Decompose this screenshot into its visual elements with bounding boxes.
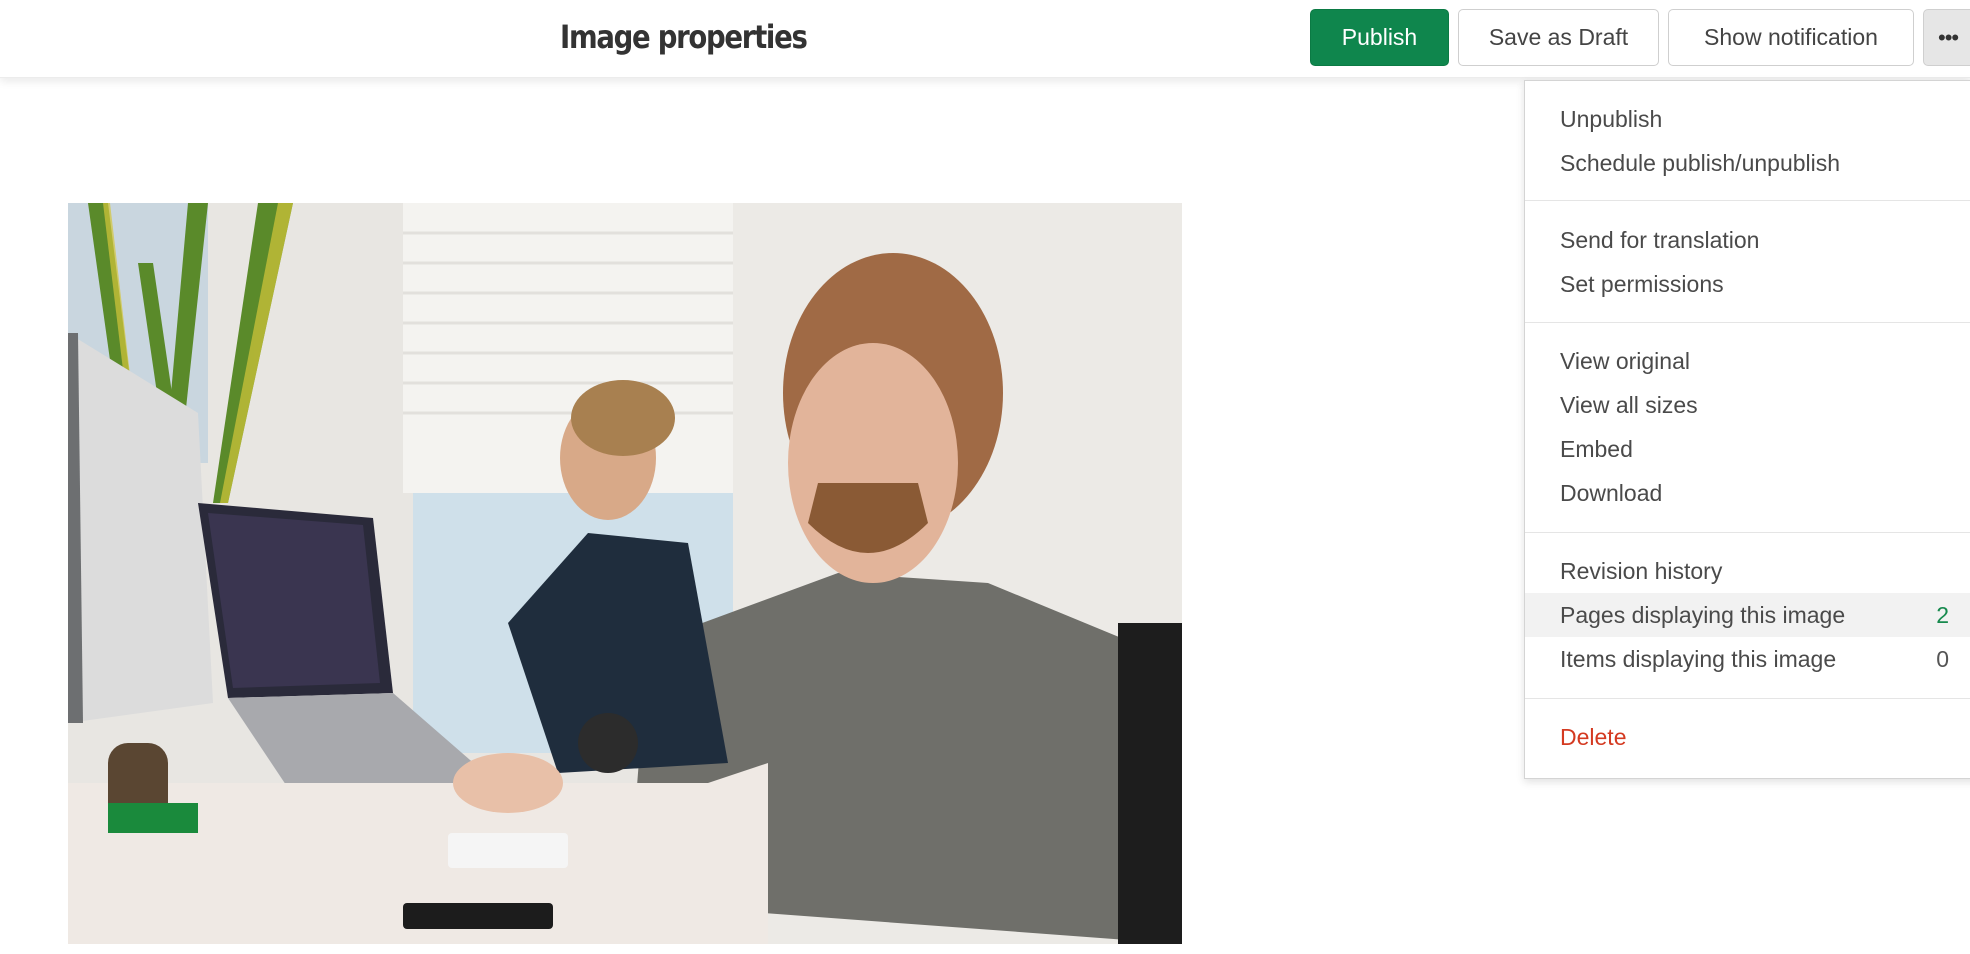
menu-group-danger: Delete (1525, 699, 1970, 773)
menu-group-publishing: Unpublish Schedule publish/unpublish (1525, 81, 1970, 201)
show-notification-button[interactable]: Show notification (1668, 9, 1914, 66)
menu-item-view-original[interactable]: View original (1525, 339, 1970, 383)
pages-count-badge: 2 (1936, 601, 1949, 628)
menu-item-send-for-translation[interactable]: Send for translation (1525, 218, 1970, 262)
menu-item-set-permissions[interactable]: Set permissions (1525, 262, 1970, 306)
image-preview (68, 203, 1182, 944)
menu-item-revision-history[interactable]: Revision history (1525, 549, 1970, 593)
save-as-draft-button[interactable]: Save as Draft (1458, 9, 1659, 66)
office-photo (68, 203, 1182, 944)
menu-item-delete[interactable]: Delete (1525, 715, 1970, 759)
menu-item-unpublish[interactable]: Unpublish (1525, 97, 1970, 141)
menu-group-view: View original View all sizes Embed Downl… (1525, 323, 1970, 533)
more-horizontal-icon: ••• (1938, 24, 1959, 50)
more-actions-button[interactable]: ••• (1923, 9, 1970, 66)
menu-item-items-displaying-image[interactable]: Items displaying this image 0 (1525, 637, 1970, 681)
more-actions-menu: Unpublish Schedule publish/unpublish Sen… (1524, 80, 1970, 779)
top-toolbar: Image properties Publish Save as Draft S… (0, 0, 1970, 78)
menu-item-schedule-publish[interactable]: Schedule publish/unpublish (1525, 141, 1970, 185)
menu-group-usage: Revision history Pages displaying this i… (1525, 533, 1970, 699)
menu-group-workflow: Send for translation Set permissions (1525, 201, 1970, 323)
menu-item-download[interactable]: Download (1525, 471, 1970, 515)
menu-item-pages-displaying-image[interactable]: Pages displaying this image 2 (1525, 593, 1970, 637)
publish-button[interactable]: Publish (1310, 9, 1449, 66)
menu-item-embed[interactable]: Embed (1525, 427, 1970, 471)
menu-item-view-all-sizes[interactable]: View all sizes (1525, 383, 1970, 427)
page-title: Image properties (560, 18, 808, 56)
items-count-badge: 0 (1936, 645, 1949, 672)
